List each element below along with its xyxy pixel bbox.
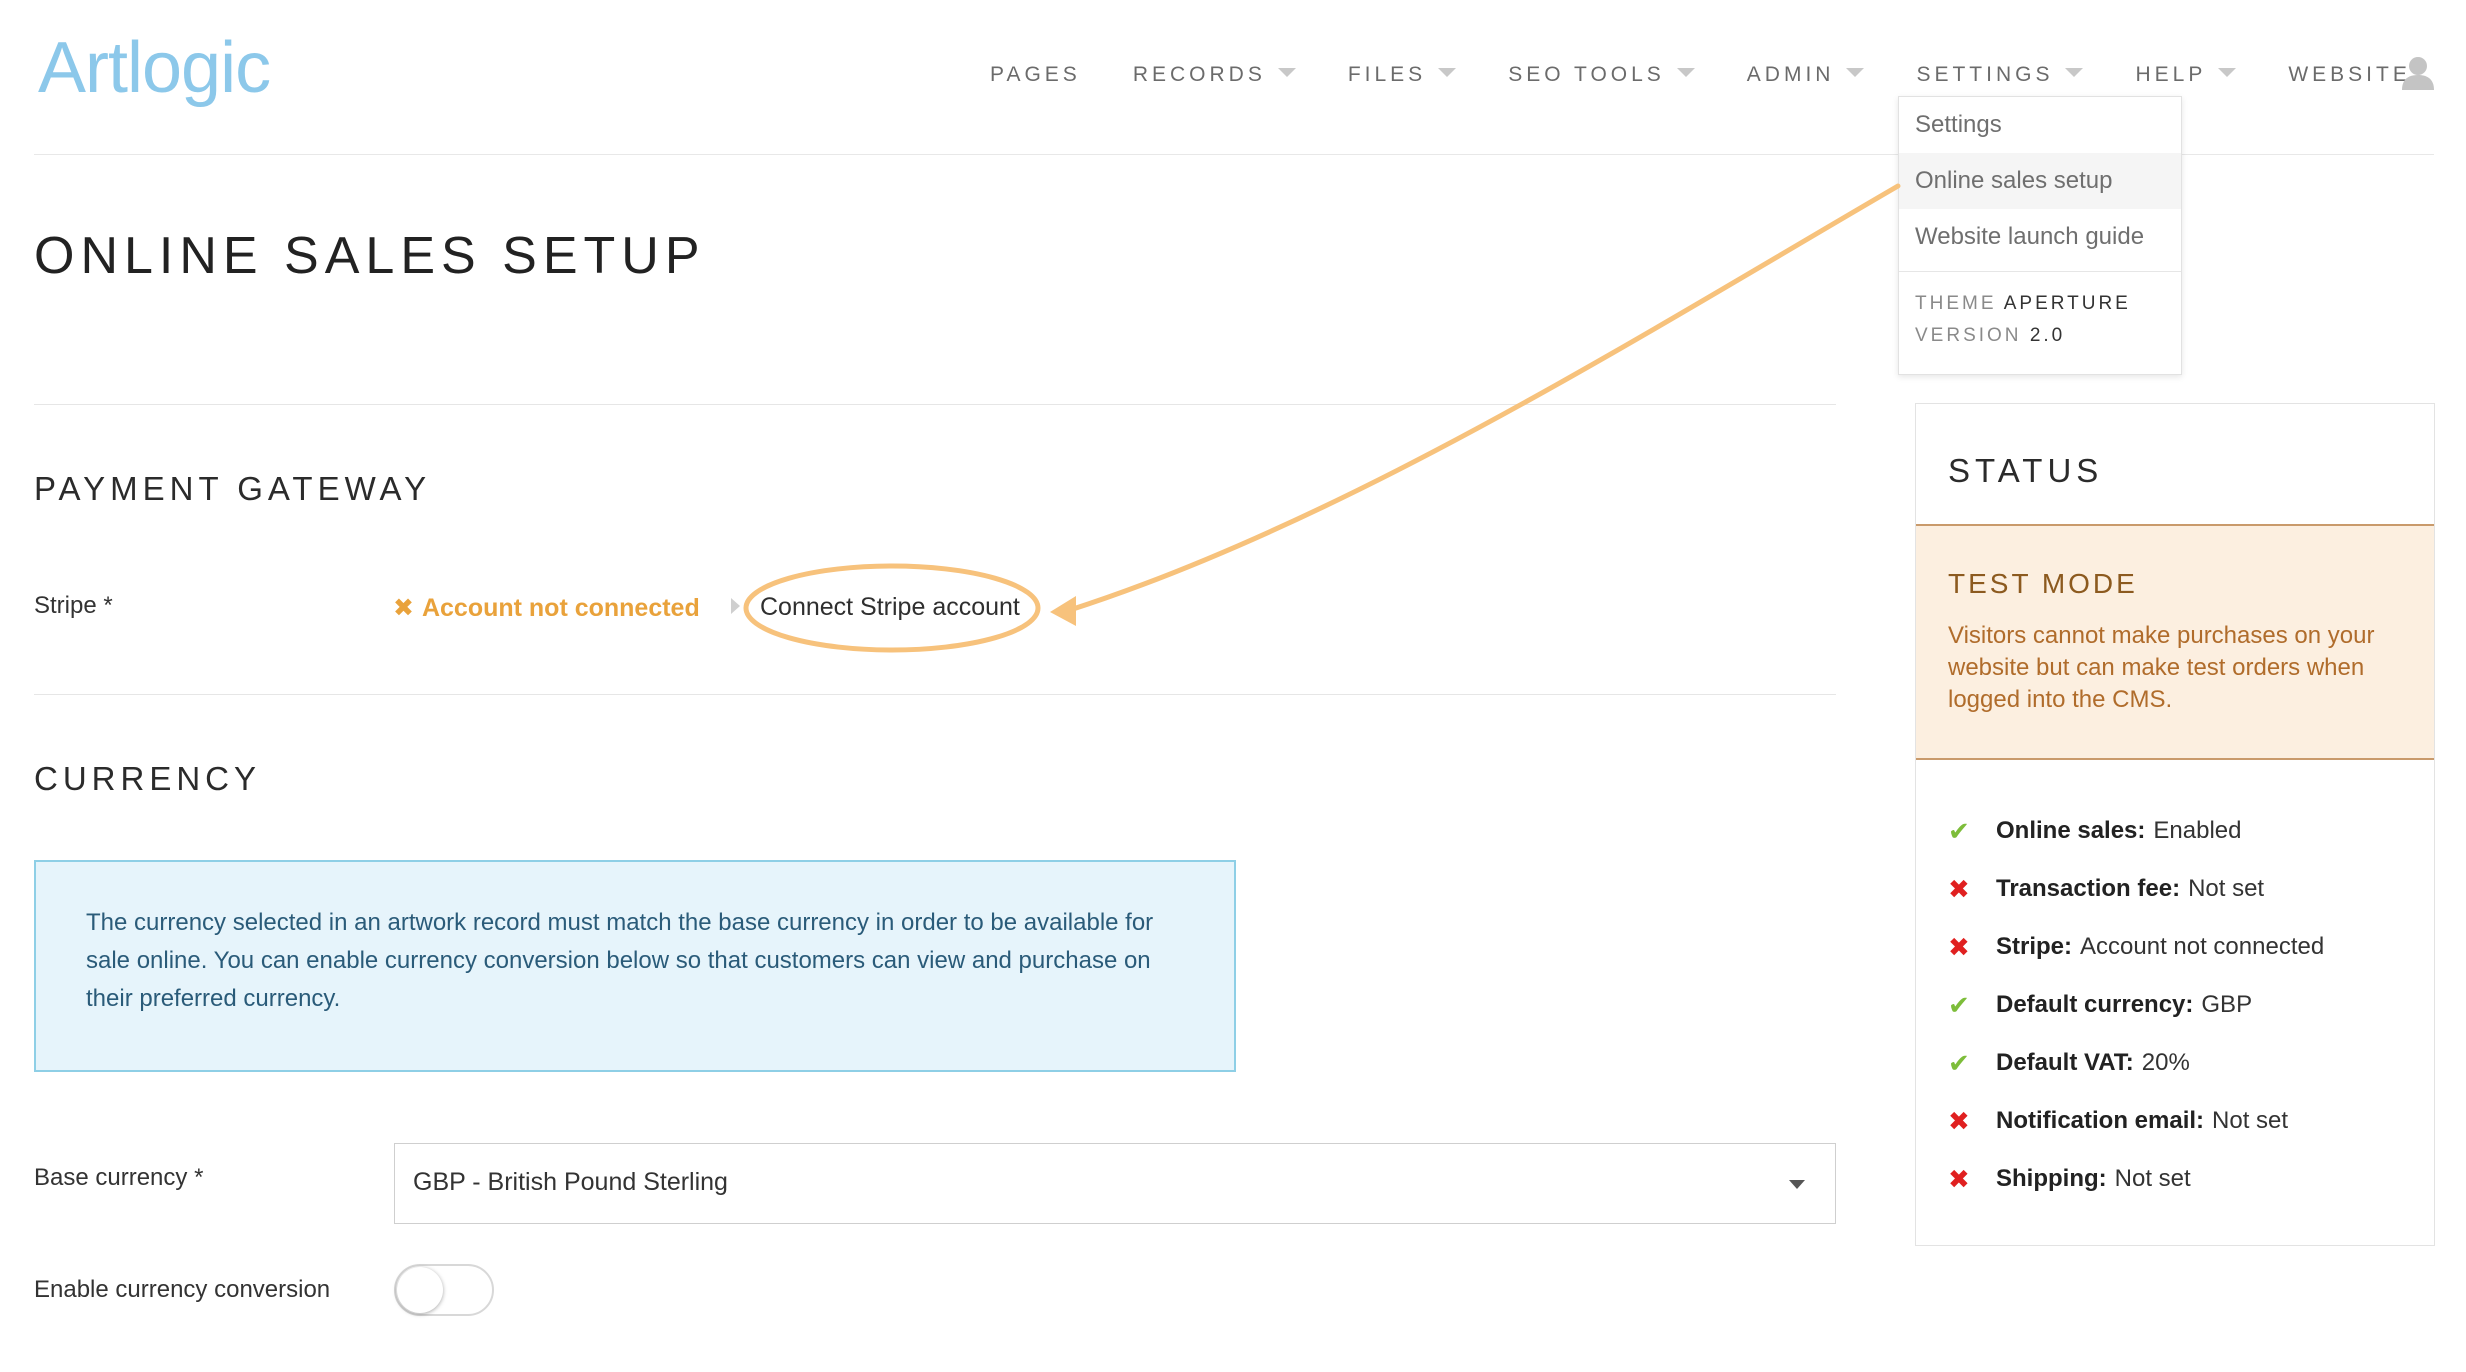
nav-website-label: WEBSITE [2288, 63, 2411, 86]
chevron-down-icon [1438, 67, 1457, 77]
nav-admin-label: ADMIN [1746, 63, 1835, 86]
caret-down-icon [1789, 1180, 1805, 1189]
payment-gateway-heading: PAYMENT GATEWAY [34, 470, 432, 507]
nav-files-label: FILES [1347, 63, 1427, 86]
status-item-value: Enabled [2153, 817, 2242, 844]
status-list: ✔ Online sales: Enabled ✖ Transaction fee: No… [1948, 802, 2418, 1208]
chevron-down-icon [2218, 67, 2237, 77]
page-title: ONLINE SALES SETUP [34, 227, 706, 285]
nav-records[interactable]: RECORDS [1133, 63, 1296, 87]
section-divider [34, 694, 1836, 695]
nav-website[interactable]: WEBSITE [2288, 63, 2411, 87]
base-currency-select[interactable]: GBP - British Pound Sterling [394, 1143, 1836, 1224]
status-item: ✖ Shipping: Not set [1948, 1150, 2418, 1208]
dropdown-item-online-sales-setup[interactable]: Online sales setup [1899, 153, 2181, 209]
theme-value: APERTURE [2003, 293, 2131, 314]
version-info: VERSION 2.0 [1899, 320, 2181, 352]
settings-dropdown-menu: Settings Online sales setup Website laun… [1898, 96, 2182, 375]
status-item-value: GBP [2201, 991, 2253, 1018]
status-item-label: Default VAT: [1996, 1049, 2134, 1076]
cross-icon: ✖ [1948, 931, 1970, 962]
cross-icon: ✖ [1948, 873, 1970, 904]
status-item: ✔ Default currency: GBP [1948, 976, 2418, 1034]
status-item-label: Stripe: [1996, 933, 2073, 960]
toggle-knob [397, 1267, 443, 1313]
theme-info: THEME APERTURE [1899, 288, 2181, 320]
user-icon[interactable] [2400, 56, 2436, 90]
check-icon: ✔ [1948, 815, 1970, 846]
test-mode-text: Visitors cannot make purchases on your w… [1948, 622, 2375, 713]
status-panel: STATUS TEST MODE Visitors cannot make pu… [1915, 403, 2435, 1246]
status-item-value: Not set [2114, 1165, 2191, 1192]
status-item: ✖ Transaction fee: Not set [1948, 860, 2418, 918]
nav-records-label: RECORDS [1132, 63, 1266, 86]
nav-files[interactable]: FILES [1347, 63, 1457, 87]
status-item: ✔ Default VAT: 20% [1948, 1034, 2418, 1092]
currency-heading: CURRENCY [34, 760, 262, 797]
chevron-down-icon [1846, 67, 1865, 77]
cross-icon: ✖ [393, 594, 414, 622]
artlogic-logo[interactable]: Artlogic [38, 32, 271, 104]
chevron-down-icon [1676, 67, 1695, 77]
theme-label: THEME [1915, 293, 1997, 314]
cross-icon: ✖ [1948, 1105, 1970, 1136]
nav-pages-label: PAGES [990, 63, 1081, 86]
dropdown-item-website-launch-guide[interactable]: Website launch guide [1899, 209, 2181, 265]
version-label: VERSION [1915, 325, 2022, 346]
status-item: ✖ Notification email: Not set [1948, 1092, 2418, 1150]
annotation-arrow-line [1067, 183, 1901, 613]
status-item-label: Transaction fee: [1996, 875, 2181, 902]
status-item: ✔ Online sales: Enabled [1948, 802, 2418, 860]
nav-help-label: HELP [2135, 63, 2207, 86]
version-value: 2.0 [2029, 325, 2066, 346]
status-item-label: Online sales: [1996, 817, 2146, 844]
stripe-label: Stripe * [34, 592, 113, 619]
status-item-value: Not set [2212, 1107, 2289, 1134]
currency-info-text: The currency selected in an artwork reco… [86, 909, 1154, 1012]
chevron-down-icon [1277, 67, 1296, 77]
main-nav: PAGES RECORDS FILES SEO TOOLS ADMIN SETT… [990, 55, 2463, 95]
annotation-arrow-head [1050, 596, 1076, 626]
status-title: STATUS [1948, 452, 2104, 489]
status-item-label: Default currency: [1996, 991, 2194, 1018]
status-item: ✖ Stripe: Account not connected [1948, 918, 2418, 976]
cross-icon: ✖ [1948, 1163, 1970, 1194]
nav-settings-label: SETTINGS [1916, 63, 2054, 86]
currency-info-box: The currency selected in an artwork reco… [34, 860, 1236, 1072]
test-mode-title: TEST MODE [1948, 568, 2138, 599]
currency-conversion-toggle[interactable] [394, 1264, 494, 1316]
status-item-value: 20% [2141, 1049, 2190, 1076]
check-icon: ✔ [1948, 1047, 1970, 1078]
nav-seo-tools[interactable]: SEO TOOLS [1508, 63, 1695, 87]
chevron-right-icon [731, 598, 740, 614]
nav-admin[interactable]: ADMIN [1747, 63, 1865, 87]
nav-help[interactable]: HELP [2135, 63, 2237, 87]
check-icon: ✔ [1948, 989, 1970, 1020]
status-item-value: Not set [2188, 875, 2265, 902]
currency-conversion-label: Enable currency conversion [34, 1276, 331, 1303]
status-item-label: Shipping: [1996, 1165, 2107, 1192]
base-currency-value: GBP - British Pound Sterling [413, 1168, 728, 1196]
chevron-down-icon [2065, 67, 2084, 77]
stripe-status: ✖ Account not connected [393, 593, 700, 623]
test-mode-notice: TEST MODE Visitors cannot make purchases… [1916, 524, 2434, 760]
base-currency-label: Base currency * [34, 1164, 204, 1191]
nav-pages[interactable]: PAGES [990, 63, 1081, 87]
connect-stripe-link[interactable]: Connect Stripe account [760, 593, 1020, 622]
status-item-label: Notification email: [1996, 1107, 2205, 1134]
nav-settings[interactable]: SETTINGS [1916, 63, 2084, 87]
stripe-status-text: Account not connected [421, 593, 700, 622]
dropdown-item-settings[interactable]: Settings [1899, 97, 2181, 153]
section-divider [34, 404, 1836, 405]
status-item-value: Account not connected [2080, 933, 2325, 960]
nav-seo-tools-label: SEO TOOLS [1508, 63, 1665, 86]
